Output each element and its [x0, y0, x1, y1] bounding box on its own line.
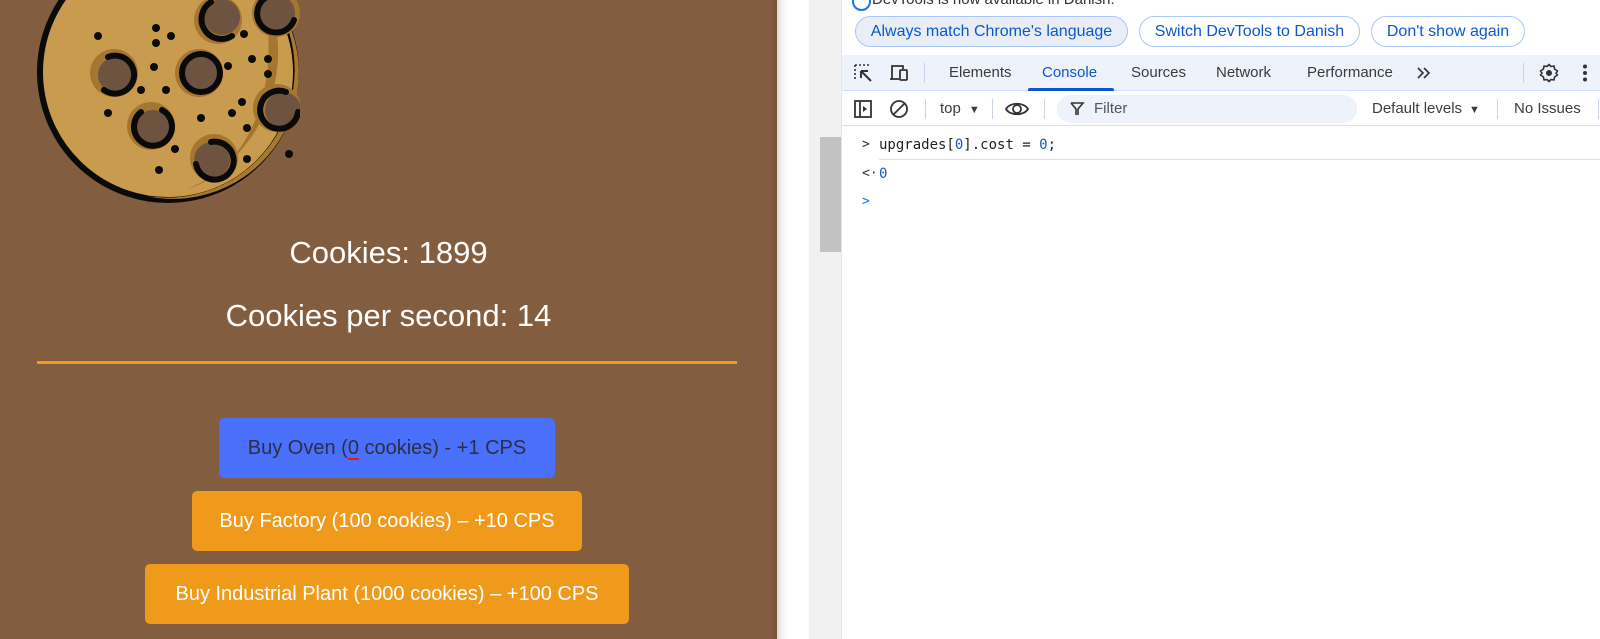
language-infobar: DevTools is now available in Danish. Alw… — [842, 0, 1600, 53]
always-match-language-button[interactable]: Always match Chrome's language — [855, 16, 1128, 47]
separator — [1044, 99, 1045, 119]
tab-network[interactable]: Network — [1216, 55, 1271, 91]
input-prompt-icon: > — [862, 137, 870, 152]
result-value: 0 — [879, 166, 888, 182]
code-token: ; — [1047, 137, 1057, 153]
separator — [924, 63, 925, 83]
cookies-per-second: Cookies per second: 14 — [225, 298, 552, 333]
separator — [992, 99, 993, 119]
tab-sources[interactable]: Sources — [1131, 55, 1186, 91]
oven-cost-value: 0 — [347, 436, 359, 459]
separator — [1523, 63, 1524, 83]
buy-factory-button[interactable]: Buy Factory (100 cookies) – +10 CPS — [192, 491, 582, 551]
console-code: upgrades[0].cost = 0; — [879, 137, 1056, 153]
console-result-entry: <· 0 — [842, 161, 1600, 189]
inspect-element-icon[interactable] — [853, 63, 873, 83]
scrollbar-thumb[interactable] — [820, 137, 841, 252]
console-prompt[interactable]: > — [842, 189, 1600, 217]
cookie-count: Cookies: 1899 — [289, 235, 488, 270]
code-token: upgrades[ — [879, 137, 955, 153]
separator — [925, 99, 926, 119]
dont-show-again-button[interactable]: Don't show again — [1371, 16, 1525, 47]
cookie-icon[interactable] — [36, 0, 300, 204]
buy-oven-button[interactable]: Buy Oven (0 cookies) - +1 CPS — [219, 418, 555, 478]
buy-oven-label-suffix: cookies) - +1 CPS — [358, 436, 527, 459]
divider — [37, 361, 737, 364]
log-levels-selector[interactable]: Default levels ▼ — [1372, 92, 1480, 126]
info-icon — [852, 0, 871, 11]
code-number: 0 — [1039, 137, 1048, 153]
dropdown-arrow-icon: ▼ — [968, 104, 980, 116]
separator — [1598, 99, 1599, 119]
active-tab-indicator — [1028, 88, 1114, 91]
devtools-tabbar: Elements Console Sources Network Perform… — [842, 55, 1600, 91]
clear-console-icon[interactable] — [889, 99, 909, 119]
result-arrow-icon: <· — [862, 166, 878, 181]
funnel-icon — [1070, 102, 1085, 115]
issues-counter[interactable]: No Issues — [1514, 92, 1581, 126]
filter-placeholder: Filter — [1094, 100, 1128, 117]
sidebar-toggle-icon[interactable] — [853, 99, 873, 119]
console-output[interactable]: > upgrades[0].cost = 0; <· 0 > — [842, 127, 1600, 639]
context-selector[interactable]: top ▼ — [940, 92, 980, 126]
separator — [1497, 99, 1498, 119]
pane-resizer[interactable] — [777, 0, 809, 639]
dropdown-arrow-icon: ▼ — [1469, 104, 1480, 116]
code-token: ].cost = — [963, 137, 1040, 153]
tab-console[interactable]: Console — [1042, 55, 1097, 91]
filter-input[interactable]: Filter — [1057, 95, 1357, 123]
tab-elements[interactable]: Elements — [949, 55, 1012, 91]
prompt-chevron-icon: > — [862, 194, 870, 209]
eye-icon[interactable] — [1005, 99, 1029, 119]
buy-oven-label-prefix: Buy Oven ( — [247, 436, 348, 459]
chevron-double-right-icon[interactable] — [1414, 63, 1434, 83]
log-levels-value: Default levels — [1372, 100, 1463, 117]
tab-performance[interactable]: Performance — [1307, 55, 1393, 91]
scrollbar-track[interactable] — [809, 0, 842, 639]
buy-industrial-plant-button[interactable]: Buy Industrial Plant (1000 cookies) – +1… — [145, 564, 629, 624]
infobar-message: DevTools is now available in Danish. — [872, 0, 1115, 8]
gear-icon[interactable] — [1539, 63, 1559, 83]
device-toolbar-icon[interactable] — [889, 63, 909, 83]
context-value: top — [940, 100, 961, 117]
devtools-panel: DevTools is now available in Danish. Alw… — [842, 0, 1600, 639]
console-input-entry: > upgrades[0].cost = 0; — [862, 132, 1600, 160]
switch-to-danish-button[interactable]: Switch DevTools to Danish — [1139, 16, 1360, 47]
console-toolbar: top ▼ Filter Default levels ▼ No Issues — [842, 92, 1600, 126]
game-page: Cookies: 1899 Cookies per second: 14 Buy… — [0, 0, 777, 639]
kebab-menu-icon[interactable] — [1575, 63, 1595, 83]
